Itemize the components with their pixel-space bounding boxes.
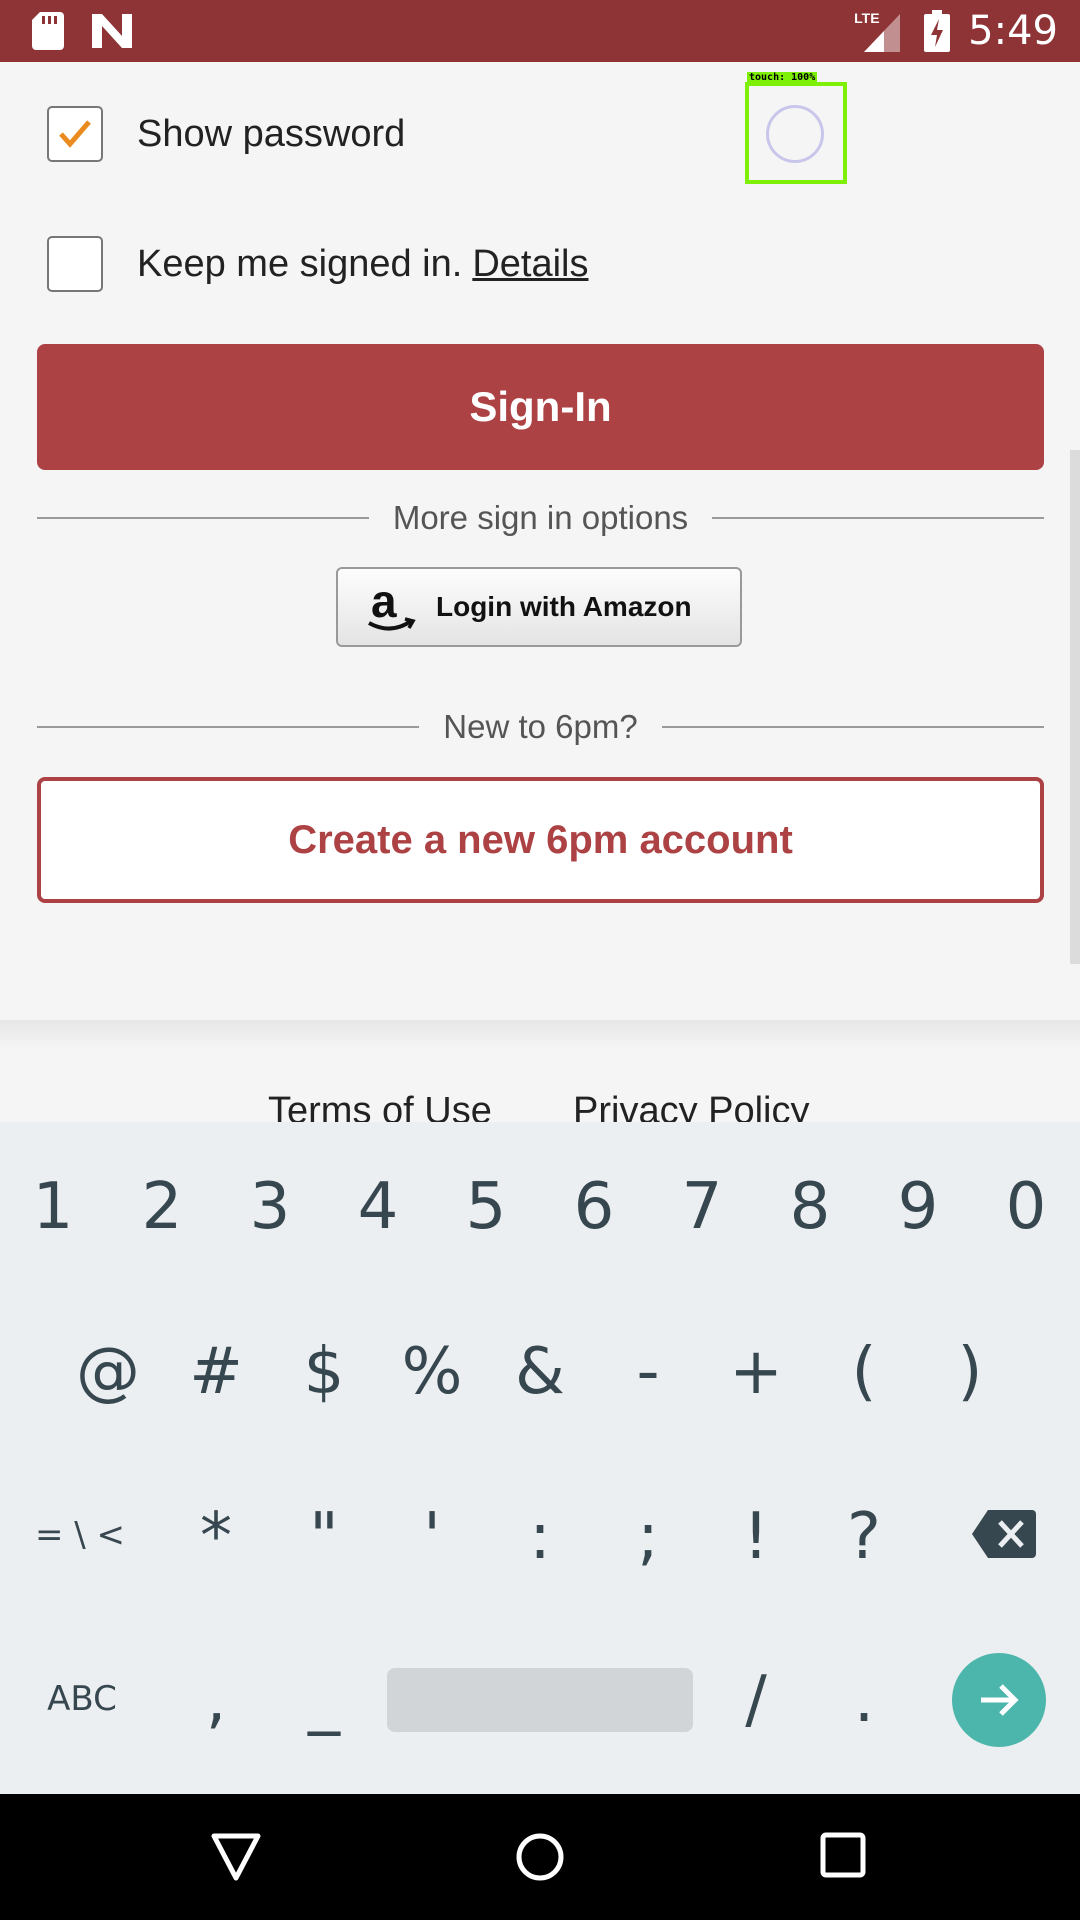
recents-icon[interactable] [820, 1832, 866, 1878]
amazon-button-label: Login with Amazon [436, 591, 692, 622]
signal-icon: LTE [854, 6, 906, 56]
key-slash[interactable]: / [706, 1668, 806, 1732]
keep-signed-in-label: Keep me signed in. [137, 242, 463, 285]
key-1[interactable]: 1 [3, 1175, 103, 1239]
terms-of-use-link[interactable]: Terms of Use [268, 1090, 492, 1122]
signin-button[interactable]: Sign-In [37, 344, 1044, 470]
divider-line [37, 517, 369, 519]
divider-line [712, 517, 1045, 519]
arrow-right-icon [981, 1684, 1019, 1716]
status-bar: LTE 5:49 [0, 0, 1080, 62]
keep-signed-in-checkbox[interactable] [47, 236, 103, 292]
touch-point [766, 105, 824, 163]
key-3[interactable]: 3 [220, 1175, 320, 1239]
key-plus[interactable]: + [706, 1340, 806, 1404]
key-percent[interactable]: % [382, 1340, 482, 1404]
key-9[interactable]: 9 [868, 1175, 968, 1239]
key-colon[interactable]: : [490, 1505, 590, 1569]
key-5[interactable]: 5 [436, 1175, 536, 1239]
key-more-symbols[interactable]: = \ < [28, 1518, 132, 1552]
more-options-text: More sign in options [392, 499, 689, 536]
space-key[interactable] [387, 1668, 693, 1732]
key-open-paren[interactable]: ( [814, 1340, 914, 1404]
signin-form: Show password Keep me signed in. Details… [0, 62, 1080, 1122]
navigation-bar [0, 1794, 1080, 1920]
scrollbar[interactable] [1070, 450, 1080, 964]
divider-line [37, 726, 420, 728]
login-with-amazon-button[interactable]: a Login with Amazon [336, 567, 742, 647]
key-8[interactable]: 8 [760, 1175, 860, 1239]
details-link[interactable]: Details [472, 243, 588, 286]
key-at[interactable]: @ [58, 1340, 158, 1404]
home-icon[interactable] [515, 1832, 565, 1882]
key-7[interactable]: 7 [652, 1175, 752, 1239]
key-underscore[interactable]: _ [274, 1668, 374, 1732]
backspace-icon[interactable] [972, 1510, 1036, 1558]
key-dollar[interactable]: $ [274, 1340, 374, 1404]
new-account-divider: New to 6pm? [37, 707, 1044, 747]
key-minus[interactable]: - [598, 1340, 698, 1404]
key-hash[interactable]: # [166, 1340, 266, 1404]
enter-key[interactable] [952, 1653, 1046, 1747]
key-2[interactable]: 2 [112, 1175, 212, 1239]
amazon-logo-icon: a [356, 572, 426, 642]
clock: 5:49 [968, 8, 1058, 54]
divider-line [661, 726, 1044, 728]
create-account-button[interactable]: Create a new 6pm account [37, 777, 1044, 903]
key-double-quote[interactable]: " [274, 1505, 374, 1569]
key-abc[interactable]: ABC [30, 1682, 134, 1716]
keep-signed-in-row[interactable]: Keep me signed in. Details [47, 236, 588, 292]
key-exclamation[interactable]: ! [706, 1505, 806, 1569]
key-close-paren[interactable]: ) [920, 1340, 1020, 1404]
show-password-label: Show password [137, 112, 406, 155]
privacy-policy-link[interactable]: Privacy Policy [573, 1090, 810, 1122]
footer-divider [0, 1020, 1080, 1050]
key-4[interactable]: 4 [328, 1175, 428, 1239]
key-comma[interactable]: , [166, 1668, 266, 1732]
show-password-checkbox[interactable] [47, 106, 103, 162]
key-asterisk[interactable]: * [166, 1505, 266, 1569]
key-question[interactable]: ? [814, 1505, 914, 1569]
n-notification-icon [92, 14, 132, 48]
key-0[interactable]: 0 [976, 1175, 1076, 1239]
key-single-quote[interactable]: ' [382, 1505, 482, 1569]
svg-text:a: a [371, 577, 397, 627]
key-period[interactable]: . [814, 1668, 914, 1732]
sd-card-icon [32, 12, 64, 50]
key-6[interactable]: 6 [544, 1175, 644, 1239]
new-to-text: New to 6pm? [443, 708, 638, 745]
key-semicolon[interactable]: ; [598, 1505, 698, 1569]
more-options-divider: More sign in options [37, 498, 1045, 538]
show-password-row[interactable]: Show password [47, 106, 405, 162]
key-ampersand[interactable]: & [490, 1340, 590, 1404]
touch-indicator-label: touch: 100% [747, 72, 818, 83]
checkmark-icon [59, 120, 91, 148]
battery-charging-icon [924, 10, 951, 52]
back-icon[interactable] [210, 1832, 262, 1882]
